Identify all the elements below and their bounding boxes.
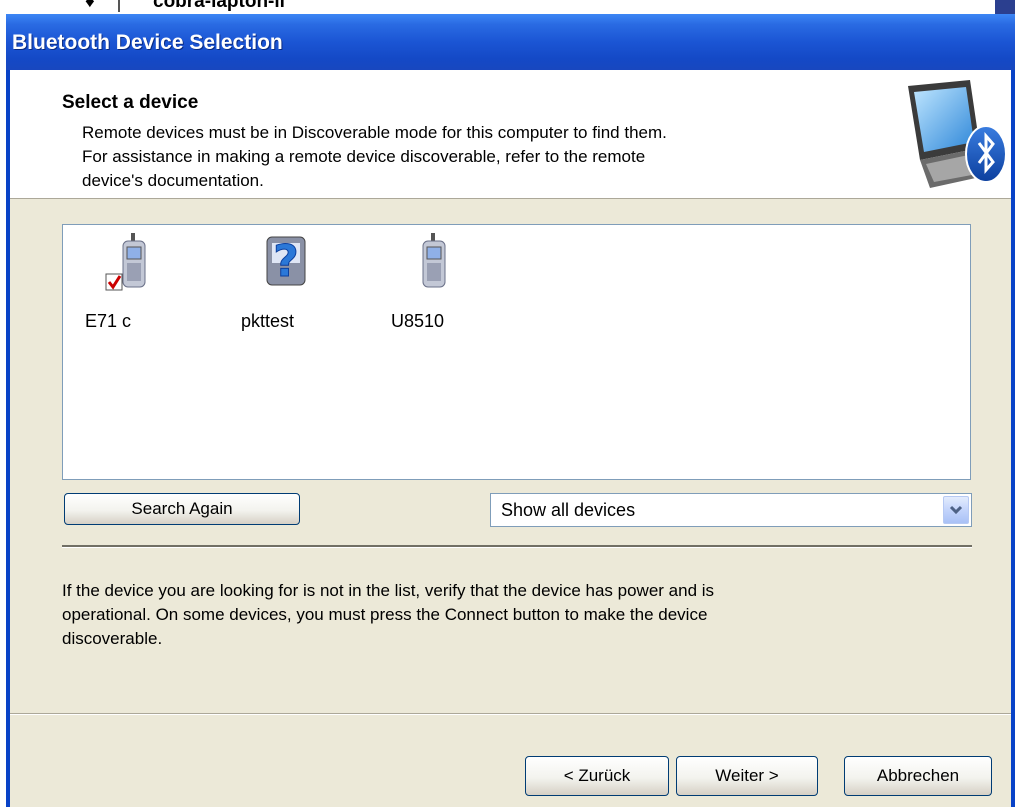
- unknown-device-icon: ?: [266, 236, 306, 288]
- device-filter-select[interactable]: Show all devices: [490, 493, 972, 527]
- background-window-title: cobra-lapton-ll: [153, 0, 285, 12]
- info-message-line: If the device you are looking for is not…: [62, 581, 715, 600]
- device-list[interactable]: E71 c ? pkttest U8510: [62, 224, 971, 480]
- cancel-button[interactable]: Abbrechen: [844, 756, 992, 796]
- device-label: E71 c: [85, 311, 132, 331]
- header-description-line: For assistance in making a remote device…: [82, 147, 646, 166]
- device-item[interactable]: E71 c: [85, 225, 195, 335]
- info-message: If the device you are looking for is not…: [62, 579, 962, 651]
- device-label: U8510: [391, 311, 445, 331]
- header-description: Remote devices must be in Discoverable m…: [82, 121, 882, 193]
- device-item[interactable]: U8510: [391, 225, 501, 335]
- wizard-header: Select a device Remote devices must be i…: [10, 70, 1011, 199]
- header-description-line: device's documentation.: [82, 171, 264, 190]
- device-item[interactable]: ? pkttest: [241, 225, 351, 335]
- next-button[interactable]: Weiter >: [676, 756, 818, 796]
- header-title: Select a device: [62, 92, 199, 113]
- dialog-titlebar[interactable]: Bluetooth Device Selection: [6, 14, 1015, 70]
- back-button[interactable]: < Zurück: [525, 756, 669, 796]
- divider: [62, 545, 972, 548]
- header-description-line: Remote devices must be in Discoverable m…: [82, 123, 667, 142]
- background-window-glyph: ♦: [85, 0, 95, 12]
- background-window-edge: [995, 0, 1015, 14]
- dialog-title: Bluetooth Device Selection: [12, 31, 283, 54]
- svg-text:?: ?: [273, 236, 299, 287]
- bluetooth-computer-icon: [908, 80, 1007, 188]
- search-again-button[interactable]: Search Again: [64, 493, 300, 525]
- background-window-divider: [118, 0, 120, 12]
- background-window: ♦ cobra-lapton-ll: [0, 0, 1015, 14]
- dialog-client-area: Select a device Remote devices must be i…: [10, 70, 1011, 807]
- mobile-phone-icon: [422, 233, 446, 288]
- chevron-down-icon[interactable]: [943, 496, 969, 524]
- device-label: pkttest: [241, 311, 295, 331]
- info-message-line: discoverable.: [62, 629, 163, 648]
- footer-divider: [10, 713, 1011, 715]
- checkmark-icon: [105, 273, 123, 291]
- info-message-line: operational. On some devices, you must p…: [62, 605, 708, 624]
- bluetooth-device-selection-dialog: Bluetooth Device Selection Select a devi…: [6, 14, 1015, 807]
- device-filter-value: Show all devices: [501, 500, 636, 520]
